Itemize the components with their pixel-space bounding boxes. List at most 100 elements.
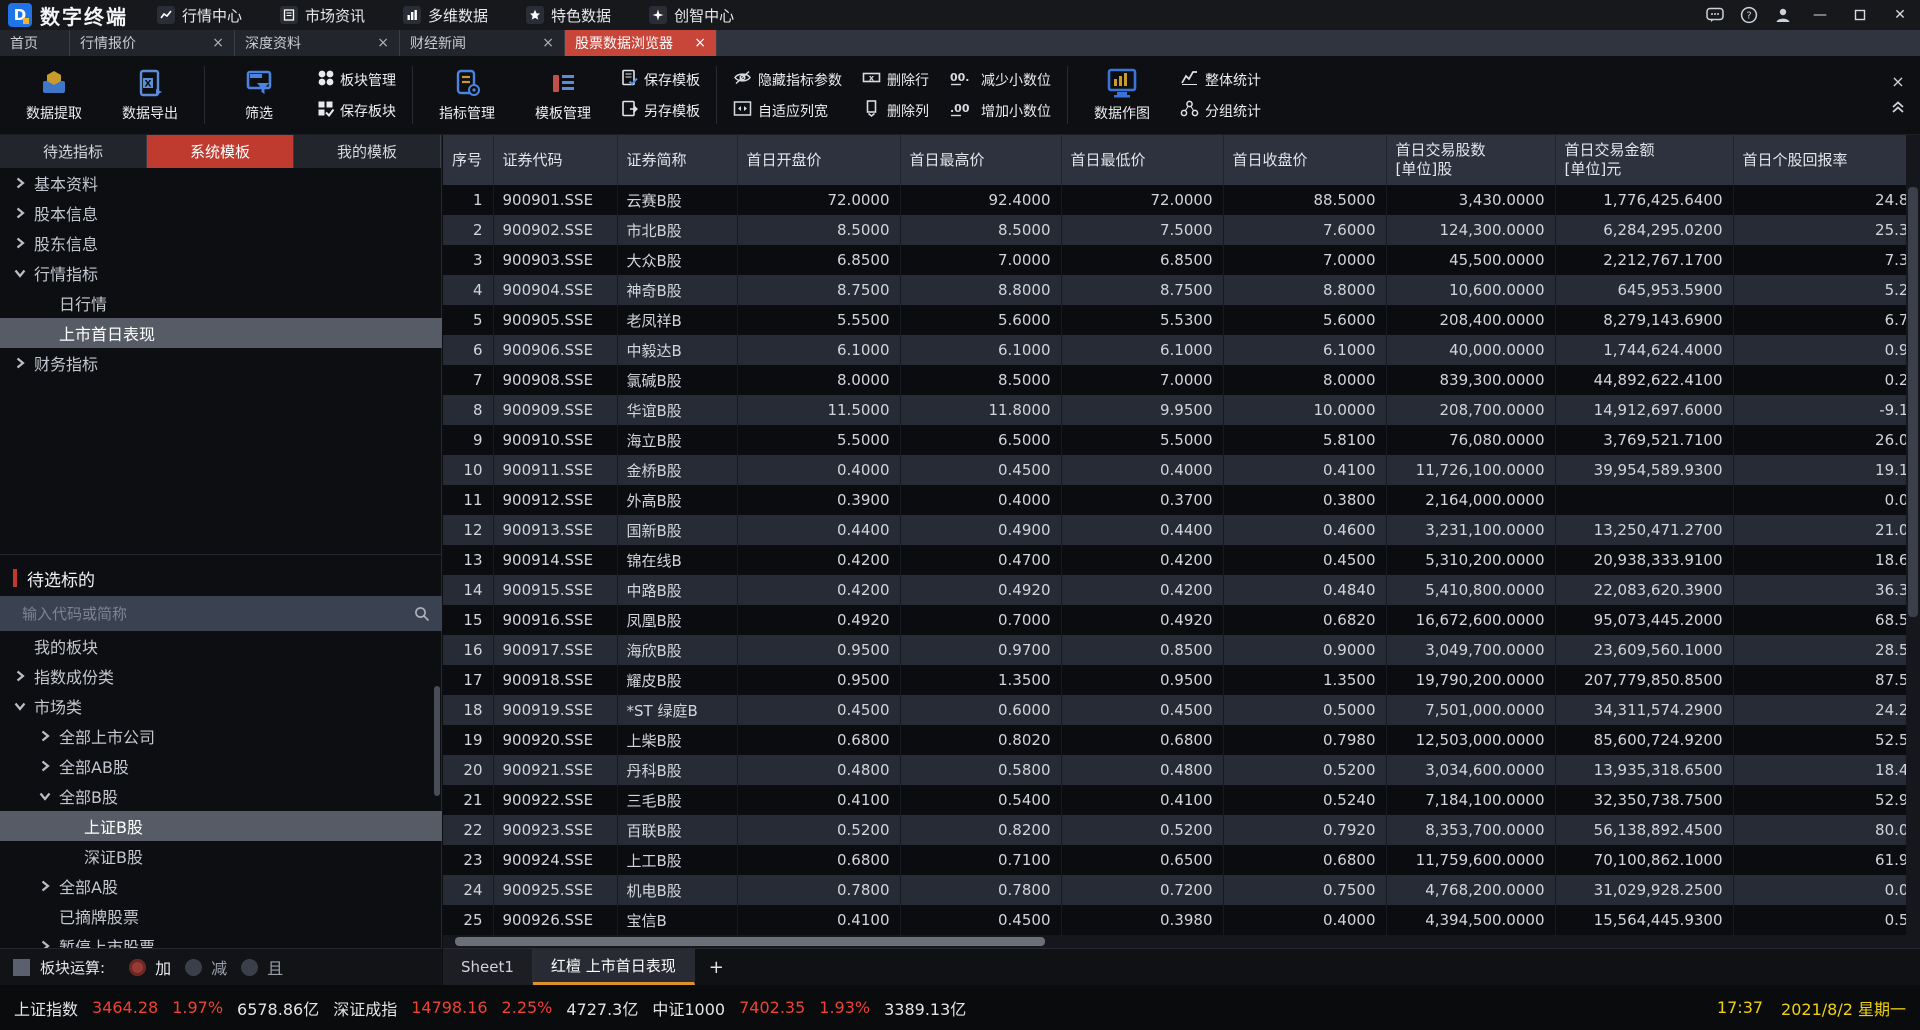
- target-市场类[interactable]: 市场类: [0, 691, 442, 721]
- target-tree-scrollbar[interactable]: [434, 686, 440, 796]
- indicator-股东信息[interactable]: 股东信息: [0, 228, 442, 258]
- doc-tab-财经新闻[interactable]: 财经新闻×: [400, 30, 565, 56]
- panel-collapse-button[interactable]: [1890, 99, 1906, 119]
- indicator-上市首日表现[interactable]: 上市首日表现: [0, 318, 442, 348]
- doc-tab-深度资料[interactable]: 深度资料×: [235, 30, 400, 56]
- table-row[interactable]: 15900916.SSE凤凰B股0.49200.70000.49200.6820…: [443, 605, 1920, 635]
- target-暂停上市股票[interactable]: 暂停上市股票: [0, 931, 442, 948]
- table-row[interactable]: 9900910.SSE海立B股5.50006.50005.50005.81007…: [443, 425, 1920, 455]
- toolbar-button-删除行[interactable]: x删除行: [862, 69, 929, 90]
- search-icon[interactable]: [402, 606, 442, 622]
- target-全部上市公司[interactable]: 全部上市公司: [0, 721, 442, 751]
- indicator-行情指标[interactable]: 行情指标: [0, 258, 442, 288]
- column-header-首日开盘价[interactable]: 首日开盘价: [737, 135, 900, 185]
- horizontal-scrollbar-thumb[interactable]: [455, 937, 1045, 946]
- toolbar-button-整体统计[interactable]: 整体统计: [1180, 69, 1261, 90]
- table-row[interactable]: 1900901.SSE云赛B股72.000092.400072.000088.5…: [443, 185, 1920, 215]
- table-row[interactable]: 3900903.SSE大众B股6.85007.00006.85007.00004…: [443, 245, 1920, 275]
- panel-tab-系统模板[interactable]: 系统模板: [147, 135, 294, 168]
- tab-close-icon[interactable]: ×: [694, 35, 706, 51]
- target-全部B股[interactable]: 全部B股: [0, 781, 442, 811]
- vertical-scrollbar[interactable]: [1906, 135, 1920, 948]
- tab-close-icon[interactable]: ×: [377, 35, 389, 51]
- block-ops-checkbox[interactable]: [13, 959, 30, 976]
- target-我的板块[interactable]: 我的板块: [0, 631, 442, 661]
- column-header-首日个股回报率[interactable]: 首日个股回报率: [1733, 135, 1920, 185]
- panel-tab-待选指标[interactable]: 待选指标: [0, 135, 147, 168]
- toolbar-button-数据导出[interactable]: X数据导出: [102, 68, 198, 123]
- table-row[interactable]: 18900919.SSE*ST 绿庭B0.45000.60000.45000.5…: [443, 695, 1920, 725]
- chevron-right-icon[interactable]: [14, 670, 26, 682]
- chevron-right-icon[interactable]: [39, 940, 51, 948]
- column-header-序号[interactable]: 序号: [443, 135, 493, 185]
- doc-tab-首页[interactable]: 首页: [0, 30, 70, 56]
- chevron-right-icon[interactable]: [14, 177, 26, 189]
- block-op-radio-加[interactable]: 加: [129, 955, 171, 979]
- column-header-首日最低价[interactable]: 首日最低价: [1061, 135, 1223, 185]
- toolbar-button-筛选[interactable]: 筛选: [211, 68, 307, 123]
- toolbar-button-数据作图[interactable]: 数据作图: [1074, 68, 1170, 123]
- block-op-radio-减[interactable]: 减: [185, 955, 227, 979]
- horizontal-scrollbar[interactable]: [443, 935, 1906, 948]
- chevron-right-icon[interactable]: [14, 357, 26, 369]
- table-row[interactable]: 4900904.SSE神奇B股8.75008.80008.75008.80001…: [443, 275, 1920, 305]
- maximize-button[interactable]: [1840, 0, 1880, 30]
- user-button[interactable]: [1766, 0, 1800, 30]
- table-row[interactable]: 25900926.SSE宝信B0.41000.45000.39800.40004…: [443, 905, 1920, 935]
- table-row[interactable]: 24900925.SSE机电B股0.78000.78000.72000.7500…: [443, 875, 1920, 905]
- tab-close-icon[interactable]: ×: [542, 35, 554, 51]
- help-button[interactable]: ?: [1732, 0, 1766, 30]
- table-row[interactable]: 14900915.SSE中路B股0.42000.49200.42000.4840…: [443, 575, 1920, 605]
- target-全部AB股[interactable]: 全部AB股: [0, 751, 442, 781]
- table-row[interactable]: 2900902.SSE市北B股8.50008.50007.50007.60001…: [443, 215, 1920, 245]
- table-row[interactable]: 13900914.SSE锦在线B0.42000.47000.42000.4500…: [443, 545, 1920, 575]
- table-row[interactable]: 6900906.SSE中毅达B6.10006.10006.10006.10004…: [443, 335, 1920, 365]
- toolbar-button-保存模板[interactable]: 保存模板: [621, 69, 700, 90]
- table-row[interactable]: 16900917.SSE海欣B股0.95000.97000.85000.9000…: [443, 635, 1920, 665]
- target-指数成份类[interactable]: 指数成份类: [0, 661, 442, 691]
- doc-tab-行情报价[interactable]: 行情报价×: [70, 30, 235, 56]
- messages-button[interactable]: [1698, 0, 1732, 30]
- target-上证B股[interactable]: 上证B股: [0, 811, 442, 841]
- toolbar-button-指标管理[interactable]: 指标管理: [419, 68, 515, 123]
- chevron-right-icon[interactable]: [39, 760, 51, 772]
- chevron-right-icon[interactable]: [39, 880, 51, 892]
- table-row[interactable]: 22900923.SSE百联B股0.52000.82000.52000.7920…: [443, 815, 1920, 845]
- column-header-首日交易金额[interactable]: 首日交易金额[单位]元: [1555, 135, 1733, 185]
- table-row[interactable]: 8900909.SSE华谊B股11.500011.80009.950010.00…: [443, 395, 1920, 425]
- column-header-首日交易股数[interactable]: 首日交易股数[单位]股: [1386, 135, 1555, 185]
- toolbar-button-隐藏指标参数[interactable]: 隐藏指标参数: [733, 69, 842, 90]
- tab-close-icon[interactable]: ×: [212, 35, 224, 51]
- target-全部A股[interactable]: 全部A股: [0, 871, 442, 901]
- indicator-财务指标[interactable]: 财务指标: [0, 348, 442, 378]
- vertical-scrollbar-thumb[interactable]: [1908, 187, 1918, 617]
- target-已摘牌股票[interactable]: 已摘牌股票: [0, 901, 442, 931]
- target-深证B股[interactable]: 深证B股: [0, 841, 442, 871]
- add-sheet-button[interactable]: +: [695, 949, 738, 985]
- menu-item-special-data[interactable]: 特色数据: [511, 0, 626, 30]
- table-row[interactable]: 19900920.SSE上柴B股0.68000.80200.68000.7980…: [443, 725, 1920, 755]
- panel-close-button[interactable]: ×: [1891, 72, 1904, 91]
- table-row[interactable]: 5900905.SSE老凤祥B5.55005.60005.53005.60002…: [443, 305, 1920, 335]
- doc-tab-股票数据浏览器[interactable]: 股票数据浏览器×: [565, 30, 717, 56]
- toolbar-button-减少小数位[interactable]: 00.减少小数位: [949, 69, 1051, 90]
- column-header-首日最高价[interactable]: 首日最高价: [900, 135, 1061, 185]
- chevron-down-icon[interactable]: [14, 700, 26, 712]
- search-input[interactable]: [0, 605, 402, 623]
- sheet-tab-Sheet1[interactable]: Sheet1: [443, 949, 533, 985]
- indicator-日行情[interactable]: 日行情: [0, 288, 442, 318]
- indicator-基本资料[interactable]: 基本资料: [0, 168, 442, 198]
- table-row[interactable]: 10900911.SSE金桥B股0.40000.45000.40000.4100…: [443, 455, 1920, 485]
- column-header-首日收盘价[interactable]: 首日收盘价: [1223, 135, 1386, 185]
- chevron-right-icon[interactable]: [14, 237, 26, 249]
- table-row[interactable]: 21900922.SSE三毛B股0.41000.54000.41000.5240…: [443, 785, 1920, 815]
- menu-item-market-news[interactable]: 市场资讯: [265, 0, 380, 30]
- menu-item-ai-center[interactable]: 创智中心: [634, 0, 749, 30]
- table-row[interactable]: 17900918.SSE耀皮B股0.95001.35000.95001.3500…: [443, 665, 1920, 695]
- block-op-radio-且[interactable]: 且: [241, 955, 283, 979]
- sheet-tab-红檀 上市首日表现[interactable]: 红檀 上市首日表现: [533, 949, 695, 985]
- toolbar-button-删除列[interactable]: 删除列: [862, 100, 929, 121]
- toolbar-button-模板管理[interactable]: 模板管理: [515, 68, 611, 123]
- toolbar-button-保存板块[interactable]: 保存板块: [317, 100, 396, 121]
- minimize-button[interactable]: —: [1800, 0, 1840, 30]
